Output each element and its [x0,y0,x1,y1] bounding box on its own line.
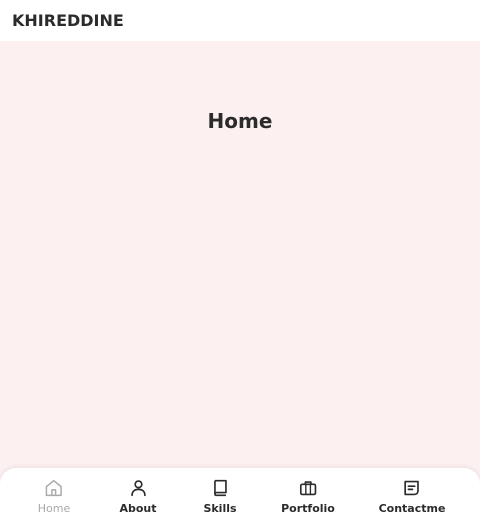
nav-item-about[interactable]: About [119,477,157,515]
logo[interactable]: KHIREDDINE [12,11,124,30]
header: KHIREDDINE [0,0,480,41]
nav-label-skills: Skills [203,502,237,515]
nav-item-contactme[interactable]: Contactme [378,477,446,515]
home-section: Home [0,41,480,468]
user-icon [130,480,146,497]
nav-item-portfolio[interactable]: Portfolio [281,477,335,515]
nav-label-portfolio: Portfolio [281,502,335,515]
nav-label-about: About [119,502,157,515]
book-icon [213,479,227,497]
message-icon [404,480,420,496]
briefcase-icon [299,481,317,496]
nav-label-home: Home [37,502,71,515]
nav-item-skills[interactable]: Skills [203,477,237,515]
nav-item-home[interactable]: Home [38,477,70,515]
bottom-navigation: Home About Skills Portfolio Contactme [0,468,480,519]
nav-label-contactme: Contactme [378,502,446,515]
section-title: Home [207,109,273,133]
home-icon [45,479,63,497]
